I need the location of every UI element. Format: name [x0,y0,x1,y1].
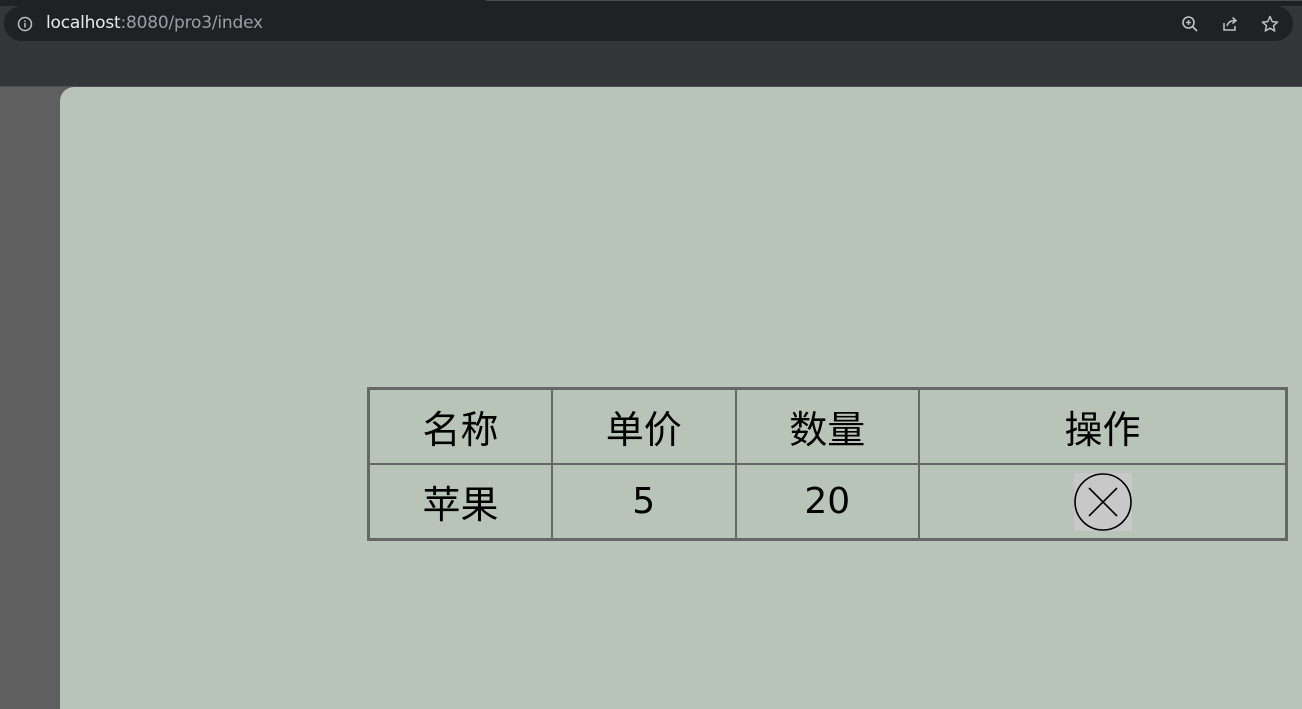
cell-operation [918,463,1288,541]
info-icon[interactable] [17,16,33,32]
header-name: 名称 [367,387,553,465]
delete-icon [1073,472,1132,531]
toolbar-area [0,41,1302,86]
fruit-table: 名称 单价 数量 操作 苹果 5 20 [367,387,1288,541]
url-path: :8080/pro3/index [120,13,264,33]
cell-price: 5 [551,463,737,541]
delete-button[interactable] [1073,472,1132,531]
url-host: localhost [46,13,121,33]
cell-name: 苹果 [367,463,553,541]
header-quantity: 数量 [734,387,920,465]
tab-edge [486,0,1302,1]
star-icon[interactable] [1260,14,1280,34]
address-bar[interactable]: localhost:8080/pro3/index [4,6,1293,41]
cell-quantity: 20 [734,463,920,541]
table-header-row: 名称 单价 数量 操作 [367,387,1288,465]
share-icon[interactable] [1220,14,1240,34]
header-operation: 操作 [918,387,1288,465]
zoom-icon[interactable] [1180,14,1200,34]
header-price: 单价 [551,387,737,465]
page-viewport: 名称 单价 数量 操作 苹果 5 20 [60,87,1302,709]
url-text[interactable]: localhost:8080/pro3/index [46,13,263,34]
table-row: 苹果 5 20 [367,463,1288,541]
